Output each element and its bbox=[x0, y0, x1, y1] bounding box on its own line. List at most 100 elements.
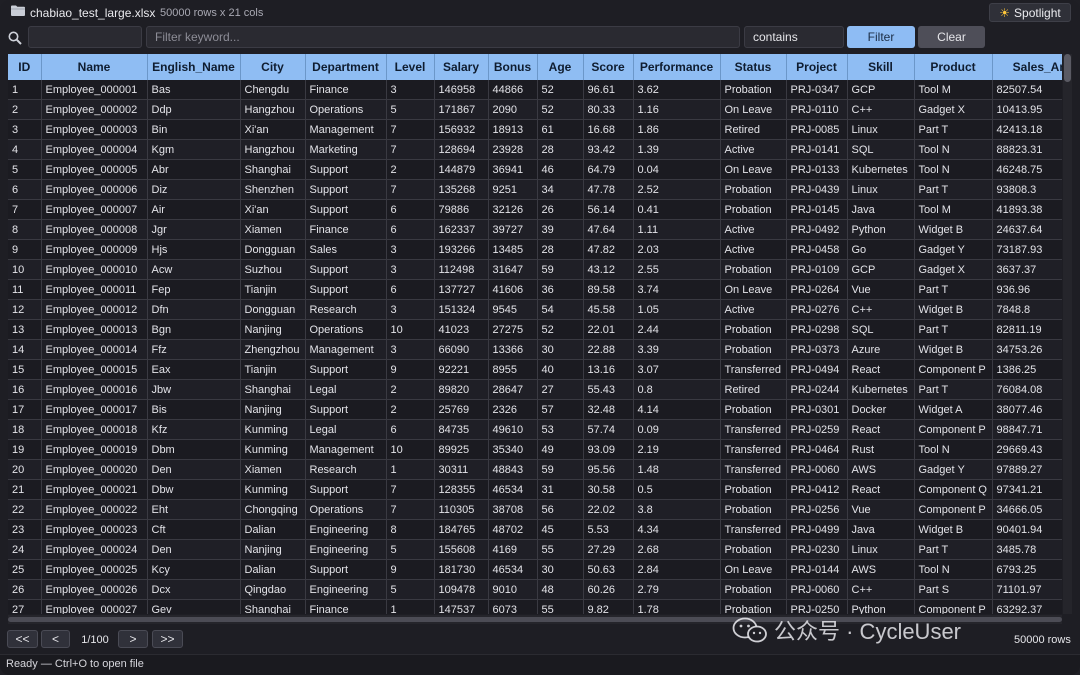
table-cell[interactable]: Docker bbox=[847, 399, 915, 420]
table-cell[interactable]: 0.09 bbox=[633, 419, 721, 440]
table-cell[interactable]: Component P bbox=[914, 419, 993, 440]
table-cell[interactable]: 46248.75 bbox=[992, 159, 1062, 180]
table-cell[interactable]: 144879 bbox=[434, 159, 489, 180]
table-cell[interactable]: Ddp bbox=[147, 99, 241, 120]
table-cell[interactable]: PRJ-0439 bbox=[786, 179, 848, 200]
table-cell[interactable]: Suzhou bbox=[240, 259, 306, 280]
table-cell[interactable]: PRJ-0494 bbox=[786, 359, 848, 380]
table-cell[interactable]: Employee_000006 bbox=[41, 179, 148, 200]
table-cell[interactable]: 23 bbox=[8, 519, 42, 540]
table-cell[interactable]: 38077.46 bbox=[992, 399, 1062, 420]
table-cell[interactable]: 7848.8 bbox=[992, 299, 1062, 320]
table-cell[interactable]: Transferred bbox=[720, 439, 787, 460]
column-header[interactable]: ID bbox=[8, 54, 42, 80]
table-cell[interactable]: 3 bbox=[386, 259, 435, 280]
table-cell[interactable]: 13485 bbox=[488, 239, 538, 260]
table-row[interactable]: 18 Employee_000018 Kfz Kunming Legal 6 84735 49… bbox=[8, 419, 1062, 440]
table-cell[interactable]: 5 bbox=[386, 539, 435, 560]
table-cell[interactable]: 21 bbox=[8, 479, 42, 500]
table-cell[interactable]: SQL bbox=[847, 319, 915, 340]
table-cell[interactable]: Gev bbox=[147, 599, 241, 614]
table-cell[interactable]: 55.43 bbox=[583, 379, 634, 400]
table-cell[interactable]: 93808.3 bbox=[992, 179, 1062, 200]
table-cell[interactable]: 181730 bbox=[434, 559, 489, 580]
table-row[interactable]: 8 Employee_000008 Jgr Xiamen Finance 6 162337 3… bbox=[8, 219, 1062, 240]
table-cell[interactable]: 35340 bbox=[488, 439, 538, 460]
table-cell[interactable]: 135268 bbox=[434, 179, 489, 200]
table-cell[interactable]: Active bbox=[720, 239, 787, 260]
table-cell[interactable]: Employee_000018 bbox=[41, 419, 148, 440]
table-cell[interactable]: 1.05 bbox=[633, 299, 721, 320]
table-row[interactable]: 2 Employee_000002 Ddp Hangzhou Operations 5 17… bbox=[8, 99, 1062, 120]
table-cell[interactable]: 2.84 bbox=[633, 559, 721, 580]
table-cell[interactable]: Chengdu bbox=[240, 80, 306, 100]
table-cell[interactable]: Bgn bbox=[147, 319, 241, 340]
column-header[interactable]: Name bbox=[41, 54, 148, 80]
data-table-viewport[interactable]: ID Name English_Name City Department Level Sal… bbox=[8, 54, 1062, 614]
table-cell[interactable]: Legal bbox=[305, 419, 387, 440]
table-cell[interactable]: 24 bbox=[8, 539, 42, 560]
table-cell[interactable]: Gadget X bbox=[914, 99, 993, 120]
table-cell[interactable]: 17 bbox=[8, 399, 42, 420]
column-header[interactable]: Sales_Amo bbox=[992, 54, 1062, 80]
table-cell[interactable]: Employee_000020 bbox=[41, 459, 148, 480]
table-cell[interactable]: PRJ-0276 bbox=[786, 299, 848, 320]
table-cell[interactable]: Part S bbox=[914, 579, 993, 600]
table-cell[interactable]: 45 bbox=[537, 519, 584, 540]
table-cell[interactable]: 30.58 bbox=[583, 479, 634, 500]
column-header[interactable]: Performance bbox=[633, 54, 721, 80]
table-cell[interactable]: Operations bbox=[305, 319, 387, 340]
table-cell[interactable]: 1386.25 bbox=[992, 359, 1062, 380]
table-cell[interactable]: 93.42 bbox=[583, 139, 634, 160]
table-cell[interactable]: Kunming bbox=[240, 479, 306, 500]
table-cell[interactable]: Linux bbox=[847, 179, 915, 200]
table-cell[interactable]: Marketing bbox=[305, 139, 387, 160]
table-cell[interactable]: Part T bbox=[914, 379, 993, 400]
table-cell[interactable]: PRJ-0060 bbox=[786, 459, 848, 480]
table-cell[interactable]: 79886 bbox=[434, 199, 489, 220]
table-cell[interactable]: 27 bbox=[8, 599, 42, 614]
table-cell[interactable]: 4.34 bbox=[633, 519, 721, 540]
table-cell[interactable]: 1.78 bbox=[633, 599, 721, 614]
table-cell[interactable]: Component Q bbox=[914, 479, 993, 500]
table-cell[interactable]: 1.39 bbox=[633, 139, 721, 160]
table-cell[interactable]: Bis bbox=[147, 399, 241, 420]
table-cell[interactable]: 40 bbox=[537, 359, 584, 380]
table-cell[interactable]: Engineering bbox=[305, 539, 387, 560]
table-cell[interactable]: 5 bbox=[8, 159, 42, 180]
table-cell[interactable]: Probation bbox=[720, 80, 787, 100]
table-cell[interactable]: 1 bbox=[8, 80, 42, 100]
table-cell[interactable]: Support bbox=[305, 159, 387, 180]
table-cell[interactable]: 6 bbox=[8, 179, 42, 200]
table-cell[interactable]: 155608 bbox=[434, 539, 489, 560]
table-cell[interactable]: Tool N bbox=[914, 159, 993, 180]
table-cell[interactable]: Part T bbox=[914, 119, 993, 140]
table-cell[interactable]: Employee_000014 bbox=[41, 339, 148, 360]
table-cell[interactable]: 61 bbox=[537, 119, 584, 140]
table-cell[interactable]: 7 bbox=[386, 179, 435, 200]
table-cell[interactable]: Kunming bbox=[240, 419, 306, 440]
table-cell[interactable]: 151324 bbox=[434, 299, 489, 320]
table-cell[interactable]: AWS bbox=[847, 559, 915, 580]
table-cell[interactable]: PRJ-0492 bbox=[786, 219, 848, 240]
table-cell[interactable]: Employee_000002 bbox=[41, 99, 148, 120]
table-cell[interactable]: 48702 bbox=[488, 519, 538, 540]
table-cell[interactable]: Dbw bbox=[147, 479, 241, 500]
table-cell[interactable]: Support bbox=[305, 279, 387, 300]
table-cell[interactable]: 55 bbox=[537, 539, 584, 560]
table-cell[interactable]: GCP bbox=[847, 259, 915, 280]
table-cell[interactable]: 128694 bbox=[434, 139, 489, 160]
table-cell[interactable]: Zhengzhou bbox=[240, 339, 306, 360]
table-cell[interactable]: Hangzhou bbox=[240, 99, 306, 120]
table-cell[interactable]: Tool N bbox=[914, 139, 993, 160]
table-cell[interactable]: Kcy bbox=[147, 559, 241, 580]
table-cell[interactable]: 34 bbox=[537, 179, 584, 200]
table-cell[interactable]: Den bbox=[147, 459, 241, 480]
table-cell[interactable]: 41893.38 bbox=[992, 199, 1062, 220]
table-cell[interactable]: 9 bbox=[386, 559, 435, 580]
table-cell[interactable]: Widget B bbox=[914, 339, 993, 360]
table-cell[interactable]: 7 bbox=[386, 139, 435, 160]
table-cell[interactable]: 23928 bbox=[488, 139, 538, 160]
table-cell[interactable]: 1.48 bbox=[633, 459, 721, 480]
table-cell[interactable]: Eht bbox=[147, 499, 241, 520]
